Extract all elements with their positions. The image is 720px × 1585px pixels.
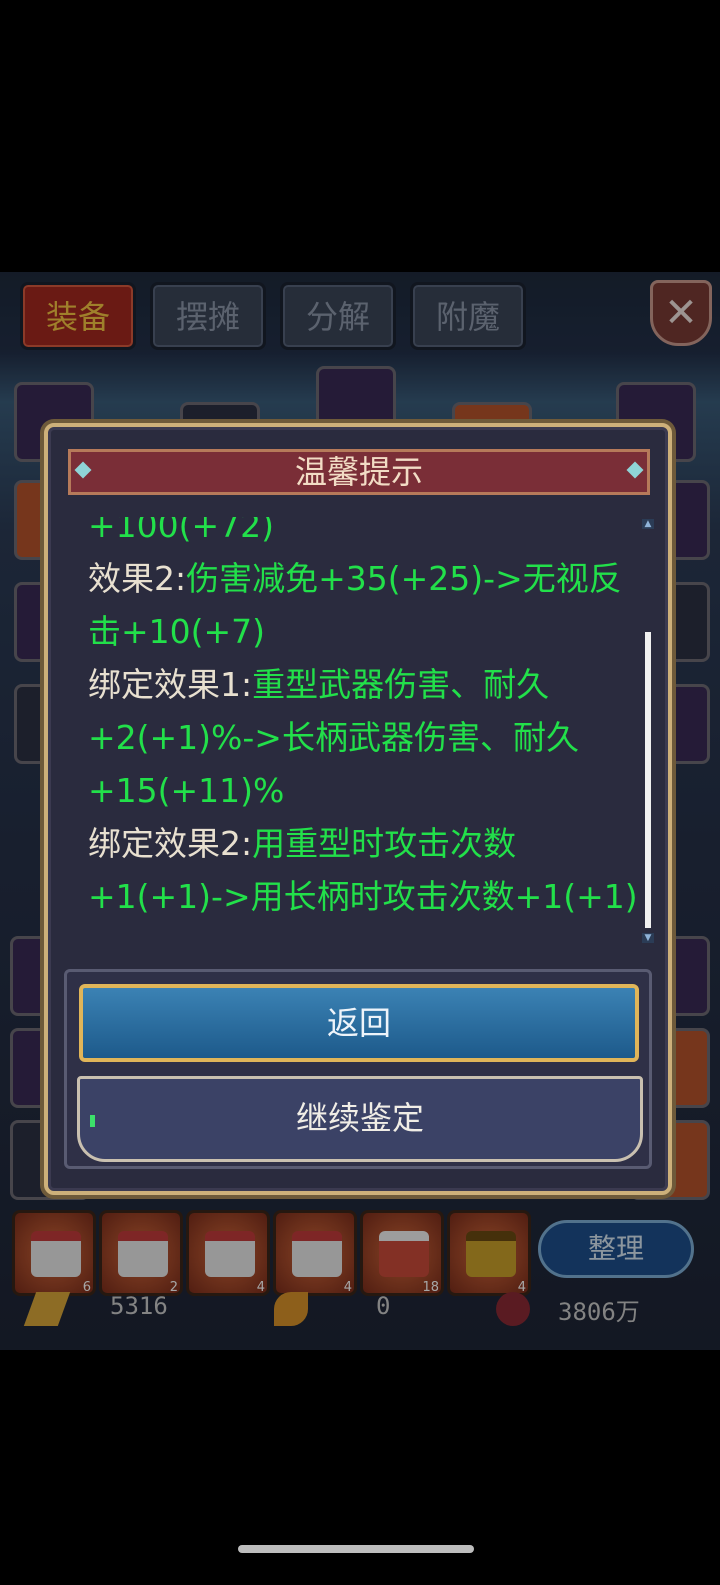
effect-text-area[interactable]: +100(+72) 效果2:伤害减免+35(+25)->无视反 击+10(+7)… (88, 517, 638, 947)
diamond-ornament-icon (74, 461, 92, 479)
effect-line: +2(+1)%->长柄武器伤害、耐久 (88, 718, 579, 757)
indicator-light-icon (90, 1115, 95, 1127)
effect-line: 效果2:伤害减免+35(+25)->无视反 (88, 559, 622, 598)
diamond-ornament-icon (626, 461, 644, 479)
tip-dialog: 温馨提示 +100(+72) 效果2:伤害减免+35(+25)->无视反 击+1… (44, 423, 672, 1195)
scrollbar-thumb[interactable] (645, 632, 651, 928)
effect-line: 绑定效果1:重型武器伤害、耐久 (88, 665, 550, 704)
effect-line: +15(+11)% (88, 771, 285, 810)
continue-appraise-button[interactable]: 继续鉴定 (77, 1076, 643, 1162)
button-panel: 返回 继续鉴定 (64, 969, 652, 1169)
effect-line: 击+10(+7) (88, 612, 266, 651)
effect-line: 绑定效果2:用重型时攻击次数 (88, 824, 517, 863)
continue-appraise-label: 继续鉴定 (295, 1099, 424, 1137)
effect-line: +1(+1)->用长柄时攻击次数+1(+1) (88, 877, 638, 916)
scroll-up-arrow-icon[interactable]: ▲ (642, 519, 654, 529)
effect-line: +100(+72) (88, 517, 275, 545)
dialog-title: 温馨提示 (294, 453, 423, 491)
scroll-down-arrow-icon[interactable]: ▼ (642, 933, 654, 943)
return-button[interactable]: 返回 (79, 984, 639, 1062)
home-indicator[interactable] (238, 1545, 474, 1553)
dialog-title-bar: 温馨提示 (68, 449, 650, 495)
